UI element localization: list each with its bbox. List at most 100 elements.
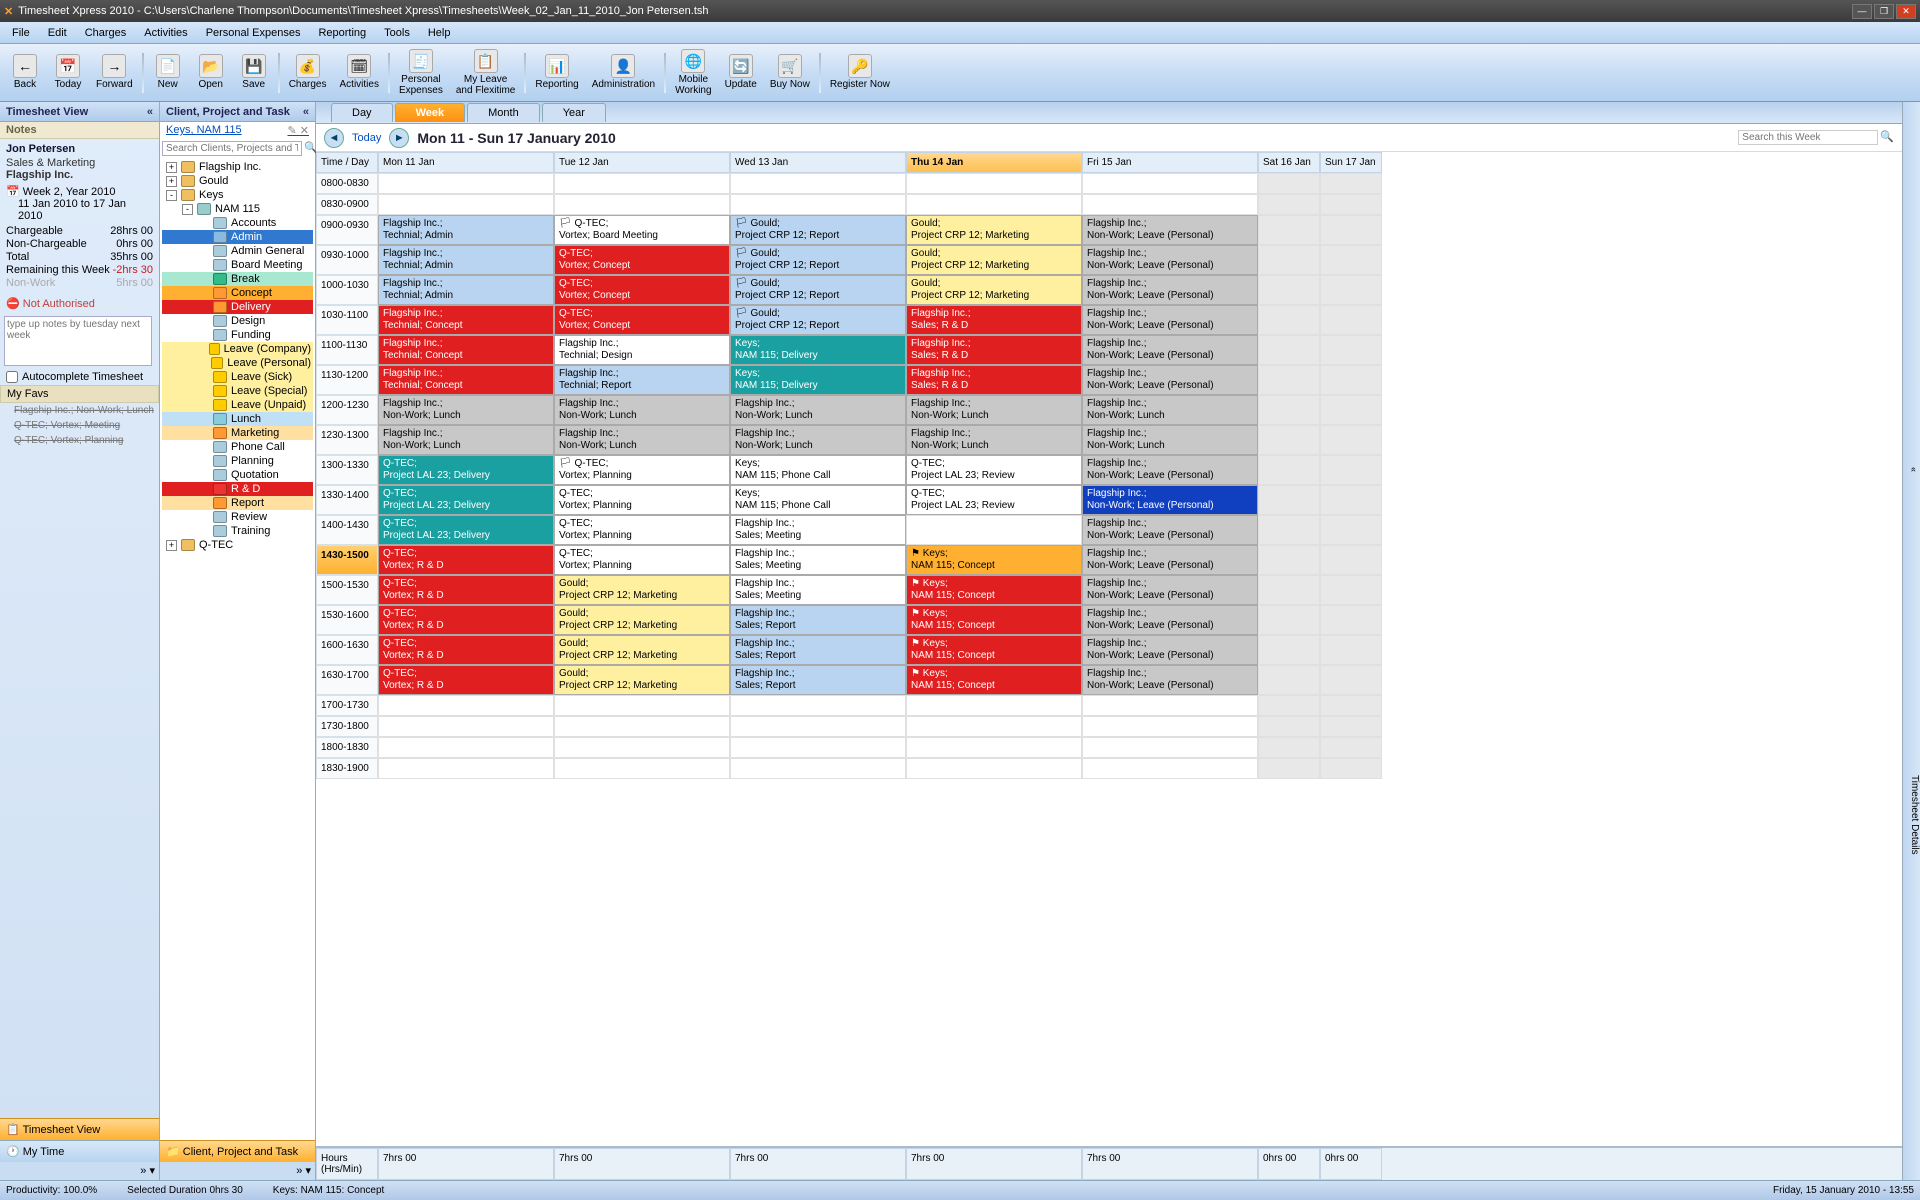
col-header[interactable]: Wed 13 Jan: [730, 152, 906, 173]
time-cell[interactable]: 1630-1700: [316, 665, 378, 695]
event-cell[interactable]: Flagship Inc.;Technial; Design: [554, 335, 730, 365]
time-cell[interactable]: 1000-1030: [316, 275, 378, 305]
event-cell[interactable]: Flagship Inc.;Sales; R & D: [906, 365, 1082, 395]
empty-cell[interactable]: [1258, 695, 1320, 716]
tree-item-keys[interactable]: -Keys: [162, 188, 313, 202]
empty-cell[interactable]: [554, 173, 730, 194]
menu-activities[interactable]: Activities: [136, 25, 195, 41]
event-cell[interactable]: Flagship Inc.;Non-Work; Leave (Personal): [1082, 245, 1258, 275]
event-cell[interactable]: 🏳 Q-TEC;Vortex; Board Meeting: [554, 215, 730, 245]
event-cell[interactable]: Q-TEC;Vortex; R & D: [378, 575, 554, 605]
empty-cell[interactable]: [1258, 455, 1320, 485]
toolbar-open[interactable]: 📂Open: [190, 46, 232, 100]
fav-item[interactable]: Q-TEC; Vortex; Meeting: [0, 418, 159, 433]
collapse-icon[interactable]: «: [147, 106, 153, 118]
time-cell[interactable]: 1800-1830: [316, 737, 378, 758]
search-icon[interactable]: 🔍: [1880, 130, 1894, 145]
empty-cell[interactable]: [1320, 665, 1382, 695]
event-cell[interactable]: Flagship Inc.;Non-Work; Leave (Personal): [1082, 575, 1258, 605]
col-header[interactable]: Sun 17 Jan: [1320, 152, 1382, 173]
menu-charges[interactable]: Charges: [77, 25, 135, 41]
event-cell[interactable]: Keys;NAM 115; Phone Call: [730, 485, 906, 515]
event-cell[interactable]: Flagship Inc.;Non-Work; Leave (Personal): [1082, 455, 1258, 485]
tree-item-break[interactable]: Break: [162, 272, 313, 286]
empty-cell[interactable]: [378, 716, 554, 737]
tree-search-input[interactable]: [162, 141, 302, 156]
event-cell[interactable]: Flagship Inc.;Non-Work; Leave (Personal): [1082, 215, 1258, 245]
event-cell[interactable]: Flagship Inc.;Non-Work; Leave (Personal): [1082, 545, 1258, 575]
empty-cell[interactable]: [378, 737, 554, 758]
toolbar-today[interactable]: 📅Today: [47, 46, 89, 100]
event-cell[interactable]: 🏳 Gould;Project CRP 12; Report: [730, 245, 906, 275]
autocomplete-row[interactable]: Autocomplete Timesheet: [0, 369, 159, 385]
event-cell[interactable]: Flagship Inc.;Non-Work; Leave (Personal): [1082, 305, 1258, 335]
empty-cell[interactable]: [906, 695, 1082, 716]
empty-cell[interactable]: [1320, 395, 1382, 425]
tab-year[interactable]: Year: [542, 103, 606, 122]
empty-cell[interactable]: [730, 173, 906, 194]
client-project-button[interactable]: 📁 Client, Project and Task: [160, 1140, 315, 1162]
toolbar-buy-now[interactable]: 🛒Buy Now: [764, 46, 816, 100]
tree-item-concept[interactable]: Concept: [162, 286, 313, 300]
empty-cell[interactable]: [378, 695, 554, 716]
empty-cell[interactable]: [1258, 575, 1320, 605]
event-cell[interactable]: Keys;NAM 115; Delivery: [730, 365, 906, 395]
empty-cell[interactable]: [554, 194, 730, 215]
time-cell[interactable]: 0900-0930: [316, 215, 378, 245]
event-cell[interactable]: ⚑ Keys;NAM 115; Concept: [906, 545, 1082, 575]
empty-cell[interactable]: [1258, 194, 1320, 215]
toolbar-update[interactable]: 🔄Update: [719, 46, 763, 100]
event-cell[interactable]: Flagship Inc.;Sales; Meeting: [730, 515, 906, 545]
empty-cell[interactable]: [906, 716, 1082, 737]
toolbar-reporting[interactable]: 📊Reporting: [529, 46, 584, 100]
event-cell[interactable]: Flagship Inc.;Technial; Concept: [378, 365, 554, 395]
empty-cell[interactable]: [1258, 545, 1320, 575]
tree-item-design[interactable]: Design: [162, 314, 313, 328]
event-cell[interactable]: Flagship Inc.;Sales; Meeting: [730, 575, 906, 605]
event-cell[interactable]: Gould;Project CRP 12; Marketing: [906, 245, 1082, 275]
tree-item-phone-call[interactable]: Phone Call: [162, 440, 313, 454]
empty-cell[interactable]: [1320, 365, 1382, 395]
event-cell[interactable]: Flagship Inc.;Non-Work; Leave (Personal): [1082, 605, 1258, 635]
event-cell[interactable]: Flagship Inc.;Non-Work; Lunch: [730, 395, 906, 425]
tree-item-admin[interactable]: Admin: [162, 230, 313, 244]
time-cell[interactable]: 0800-0830: [316, 173, 378, 194]
empty-cell[interactable]: [1258, 635, 1320, 665]
tree-item-quotation[interactable]: Quotation: [162, 468, 313, 482]
menu-file[interactable]: File: [4, 25, 38, 41]
empty-cell[interactable]: [378, 194, 554, 215]
empty-cell[interactable]: [1258, 605, 1320, 635]
col-header[interactable]: Tue 12 Jan: [554, 152, 730, 173]
tree-item-leave--personal-[interactable]: Leave (Personal): [162, 356, 313, 370]
empty-cell[interactable]: [1258, 395, 1320, 425]
event-cell[interactable]: 🏳 Gould;Project CRP 12; Report: [730, 275, 906, 305]
empty-cell[interactable]: [1082, 737, 1258, 758]
toolbar-save[interactable]: 💾Save: [233, 46, 275, 100]
my-time-button[interactable]: 🕐 My Time: [0, 1140, 159, 1162]
tree-item-lunch[interactable]: Lunch: [162, 412, 313, 426]
empty-cell[interactable]: [730, 737, 906, 758]
event-cell[interactable]: Gould;Project CRP 12; Marketing: [906, 275, 1082, 305]
tree-item-training[interactable]: Training: [162, 524, 313, 538]
event-cell[interactable]: Keys;NAM 115; Phone Call: [730, 455, 906, 485]
tree-item-funding[interactable]: Funding: [162, 328, 313, 342]
empty-cell[interactable]: [1258, 215, 1320, 245]
empty-cell[interactable]: [906, 194, 1082, 215]
event-cell[interactable]: Keys;NAM 115; Delivery: [730, 335, 906, 365]
tree-item-r---d[interactable]: R & D: [162, 482, 313, 496]
event-cell[interactable]: Flagship Inc.;Non-Work; Lunch: [906, 425, 1082, 455]
empty-cell[interactable]: [1258, 335, 1320, 365]
empty-cell[interactable]: [1082, 758, 1258, 779]
event-cell[interactable]: Flagship Inc.;Sales; Report: [730, 605, 906, 635]
minimize-button[interactable]: —: [1852, 4, 1872, 19]
toolbar-new[interactable]: 📄New: [147, 46, 189, 100]
tree-item-leave--unpaid-[interactable]: Leave (Unpaid): [162, 398, 313, 412]
event-cell[interactable]: Q-TEC;Vortex; R & D: [378, 605, 554, 635]
empty-cell[interactable]: [554, 758, 730, 779]
tree-item-board-meeting[interactable]: Board Meeting: [162, 258, 313, 272]
event-cell[interactable]: Flagship Inc.;Sales; Report: [730, 665, 906, 695]
empty-cell[interactable]: [1082, 716, 1258, 737]
empty-cell[interactable]: [1258, 485, 1320, 515]
empty-cell[interactable]: [1320, 485, 1382, 515]
time-cell[interactable]: 1600-1630: [316, 635, 378, 665]
